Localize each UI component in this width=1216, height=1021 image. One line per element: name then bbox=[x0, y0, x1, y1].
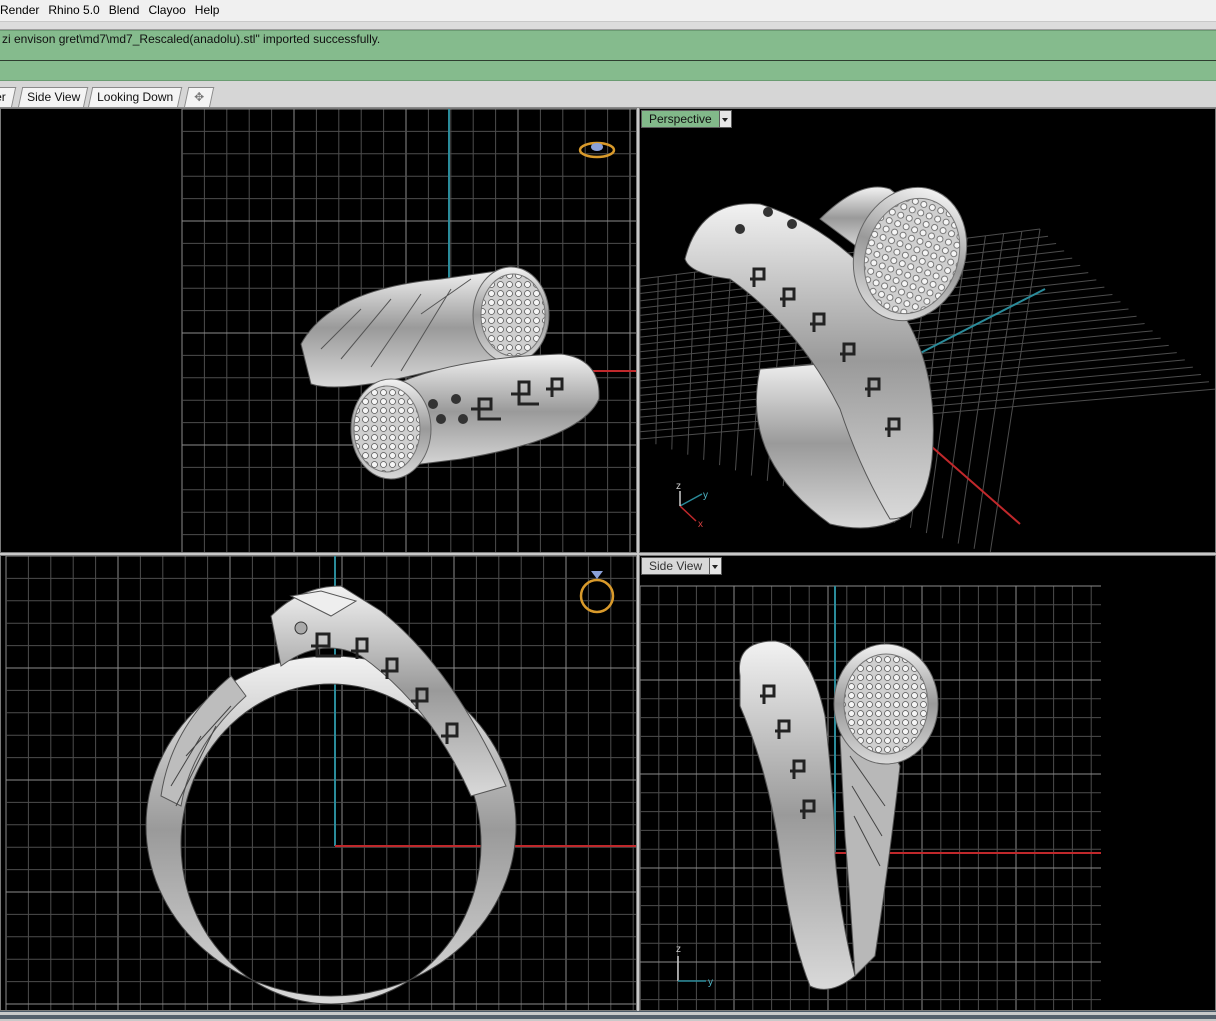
menu-rhino[interactable]: Rhino 5.0 bbox=[45, 0, 105, 22]
tab-side-view[interactable]: Side View bbox=[18, 87, 89, 107]
menu-clayoo[interactable]: Clayoo bbox=[145, 0, 191, 22]
status-bar bbox=[0, 1011, 1216, 1021]
rhino-window: Render Rhino 5.0 Blend Clayoo Help zi en… bbox=[0, 0, 1216, 1021]
triad-z-label: z bbox=[676, 944, 681, 955]
viewport-label-side[interactable]: Side View bbox=[641, 557, 723, 575]
viewport-perspective[interactable]: Perspective z y x bbox=[639, 108, 1216, 553]
viewport-top[interactable] bbox=[0, 108, 637, 553]
viewport-label-perspective[interactable]: Perspective bbox=[641, 110, 732, 128]
command-history: zi envison gret\md7\md7_Rescaled(anadolu… bbox=[0, 30, 1216, 61]
new-tab-icon[interactable]: ✥ bbox=[184, 87, 215, 107]
ring-model-side bbox=[738, 640, 939, 990]
ring-model-front bbox=[145, 585, 517, 1005]
axis-triad: z y bbox=[676, 944, 713, 988]
viewport-tab-strip: er Side View Looking Down ✥ bbox=[0, 81, 1216, 108]
menu-bar: Render Rhino 5.0 Blend Clayoo Help bbox=[0, 0, 1216, 22]
menu-blend[interactable]: Blend bbox=[106, 0, 146, 22]
chevron-down-icon[interactable] bbox=[710, 557, 723, 575]
axis-triad: z y x bbox=[676, 481, 708, 530]
viewport-front[interactable] bbox=[0, 555, 637, 1011]
menu-render[interactable]: Render bbox=[0, 0, 45, 22]
triad-y-label: y bbox=[708, 977, 713, 988]
menu-help[interactable]: Help bbox=[192, 0, 226, 22]
triad-x-label: x bbox=[698, 519, 703, 530]
command-history-text: zi envison gret\md7\md7_Rescaled(anadolu… bbox=[2, 32, 381, 46]
triad-z-label: z bbox=[676, 481, 681, 492]
tab-partial[interactable]: er bbox=[0, 87, 17, 107]
command-prompt[interactable] bbox=[0, 61, 1216, 81]
ring-orientation-icon[interactable] bbox=[579, 571, 615, 614]
triad-y-label: y bbox=[703, 490, 708, 501]
chevron-down-icon[interactable] bbox=[719, 110, 732, 128]
ring-model-top bbox=[300, 266, 600, 480]
tab-looking-down[interactable]: Looking Down bbox=[88, 87, 183, 107]
viewport-area: Perspective z y x Side View z y bbox=[0, 108, 1216, 1011]
viewport-side[interactable]: Side View z y bbox=[639, 555, 1216, 1011]
toolbar-separator bbox=[0, 22, 1216, 30]
